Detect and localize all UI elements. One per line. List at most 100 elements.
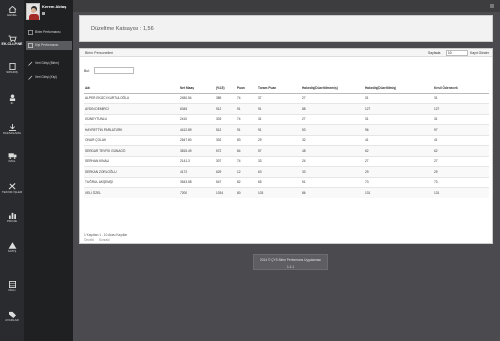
cell: 48 <box>301 145 364 156</box>
cell: 127 <box>364 103 433 114</box>
cell: 103 <box>257 187 301 198</box>
cell: 31 <box>433 113 489 125</box>
cell: 547 <box>215 176 236 188</box>
rail-item-teknik[interactable]: Teknik İşler <box>0 183 24 194</box>
cell: 80 <box>236 187 257 198</box>
truck-icon <box>8 153 16 159</box>
cell: 29 <box>257 134 301 146</box>
cell: 2450.54 <box>179 92 215 104</box>
table-row[interactable]: GÜNEYTUNLU 2410 303 74 31 27 31 31 <box>84 113 489 125</box>
rail-item-proje[interactable]: Proje <box>0 212 24 223</box>
cell: 33 <box>257 155 301 167</box>
col-header[interactable]: Adı <box>84 84 179 94</box>
cell: 2547.80 <box>179 134 215 146</box>
home-icon <box>8 6 16 13</box>
sub-item-label: Kişi Performansı <box>35 43 59 47</box>
cell: 74 <box>236 113 257 125</box>
cell: 303 <box>215 113 236 125</box>
cell: 91 <box>236 124 257 135</box>
rail-item-siparis[interactable]: Sipariş <box>0 63 24 74</box>
cell: 24 <box>301 155 364 167</box>
pagination: Önceki Sonraki <box>84 238 114 242</box>
rail-item-ik[interactable]: IK <box>0 94 24 105</box>
table-row[interactable]: ONUR ÇOLAK 2547.80 302 83 29 32 41 41 <box>84 134 489 146</box>
rail-item-satis[interactable]: Satış <box>0 242 24 253</box>
chart-icon <box>8 212 16 219</box>
table-header-row: Adı Net Maaş (%15) Puan Toram Puan Haked… <box>84 84 489 94</box>
table-row[interactable]: TUĞRUL AKŞEMŞİ 3543.58 547 82 65 51 73 73 <box>84 176 489 188</box>
cell: 912 <box>215 103 236 114</box>
cell: 2141.3 <box>179 155 215 167</box>
rail-label: Teknik İşler <box>1 190 23 194</box>
prev-page-button[interactable]: Önceki <box>84 238 94 242</box>
sub-item-veri-girisi-kisi[interactable]: Veri Girişi (Kişi) <box>26 73 72 82</box>
cell: 33 <box>301 166 364 177</box>
rail-item-ayarlar[interactable]: Ayarlar <box>0 311 24 322</box>
cell: ONUR ÇOLAK <box>84 134 179 146</box>
search-input[interactable] <box>94 67 134 74</box>
cell: 3543.58 <box>179 176 215 188</box>
cell: 29 <box>364 166 433 177</box>
page-size-prefix: Sayfada <box>428 51 441 55</box>
cell: 31 <box>364 92 433 104</box>
cell: 96 <box>364 124 433 135</box>
rail-label: Ayarlar <box>5 318 19 322</box>
cell: 41 <box>364 134 433 146</box>
rail-item-genel[interactable]: Genel <box>0 6 24 17</box>
grid-icon <box>8 281 16 288</box>
rail-item-pazarlama[interactable]: Pazarlama <box>0 124 24 135</box>
footer-copyright: 2014 © ÇYS Birim Performans Uygulaması <box>260 258 321 262</box>
rail-label: Satış <box>7 249 17 253</box>
rail-label: İmal <box>8 159 16 163</box>
table-row[interactable]: HAYRETTİN PARLATÜRK 4412.89 512 91 91 53 96 97 <box>84 124 489 135</box>
cell: SERKAN ZORLOĞLU <box>84 166 179 177</box>
status-icon <box>42 12 45 15</box>
col-header[interactable]: Hakediş(Düzeltilmiş) <box>364 84 433 94</box>
sub-item-veri-girisi-birim[interactable]: Veri Girişi (Birim) <box>26 59 72 68</box>
rail-item-mali[interactable]: Mali <box>0 281 24 292</box>
col-header[interactable]: Puan <box>236 84 257 94</box>
footer-badge: 2014 © ÇYS Birim Performans Uygulaması 1… <box>253 254 328 270</box>
rail-label: Pazarlama <box>3 131 21 135</box>
cell: 32 <box>301 134 364 146</box>
cell: 91 <box>257 103 301 114</box>
cell: 63 <box>257 166 301 177</box>
top-bar <box>73 0 500 12</box>
cell: 62 <box>433 145 489 156</box>
cell: AYDIN DEMİRCİ <box>84 103 179 114</box>
cell: 12 <box>236 166 257 177</box>
cell: 86 <box>301 187 364 198</box>
rail-item-2[interactable]: ek.cllp.ne <box>0 35 24 46</box>
table-row[interactable]: ALPER EKİZCİ KURTULOĞLU 2450.54 389 74 37 27 3… <box>84 92 489 104</box>
table-row[interactable]: SERDAR TEVFİK GÜNAGÖ 3815.49 572 84 57 48 62 62 <box>84 145 489 156</box>
table-row[interactable]: VELİ ÖZEL 7200 1034 80 103 86 131 131 <box>84 187 489 198</box>
col-header[interactable]: Kesil Ödenecek <box>433 84 489 94</box>
menu-icon[interactable] <box>490 4 494 8</box>
cell: 131 <box>433 187 489 198</box>
table-row[interactable]: AYDIN DEMİRCİ 6345 912 91 91 88 127 127 <box>84 103 489 114</box>
sub-item-birim-performansi[interactable]: Birim Performansı <box>26 28 72 37</box>
cell: 2410 <box>179 113 215 125</box>
cell: 82 <box>236 176 257 188</box>
cell: 572 <box>215 145 236 156</box>
page-size-suffix: Kayıt Göster <box>470 51 489 55</box>
cell: 131 <box>364 187 433 198</box>
cell: 1034 <box>215 187 236 198</box>
clipboard-icon <box>8 63 16 70</box>
page-size-select[interactable]: 10 <box>446 50 468 56</box>
col-header[interactable]: (%15) <box>215 84 236 94</box>
col-header[interactable]: Net Maaş <box>179 84 215 94</box>
next-page-button[interactable]: Sonraki <box>99 238 110 242</box>
col-header[interactable]: Hakediş(Düzeltilmemiş) <box>301 84 364 94</box>
cell: 29 <box>433 166 489 177</box>
user-profile: Kerem Aktaş <box>24 0 73 23</box>
col-header[interactable]: Toram Puan <box>257 84 301 94</box>
cell: 6345 <box>179 103 215 114</box>
sub-item-kisi-performansi[interactable]: Kişi Performansı <box>26 41 72 50</box>
table-row[interactable]: SERKAN ZORLOĞLU 4172 629 12 63 33 29 29 <box>84 166 489 177</box>
rail-item-imal[interactable]: İmal <box>0 152 24 163</box>
coefficient-panel: Düzeltme Katsayısı : 1,56 <box>79 15 493 42</box>
user-icon <box>9 94 15 101</box>
table-row[interactable]: SERHAN KINALI 2141.3 307 74 33 24 27 27 <box>84 155 489 167</box>
cell: 37 <box>257 92 301 104</box>
